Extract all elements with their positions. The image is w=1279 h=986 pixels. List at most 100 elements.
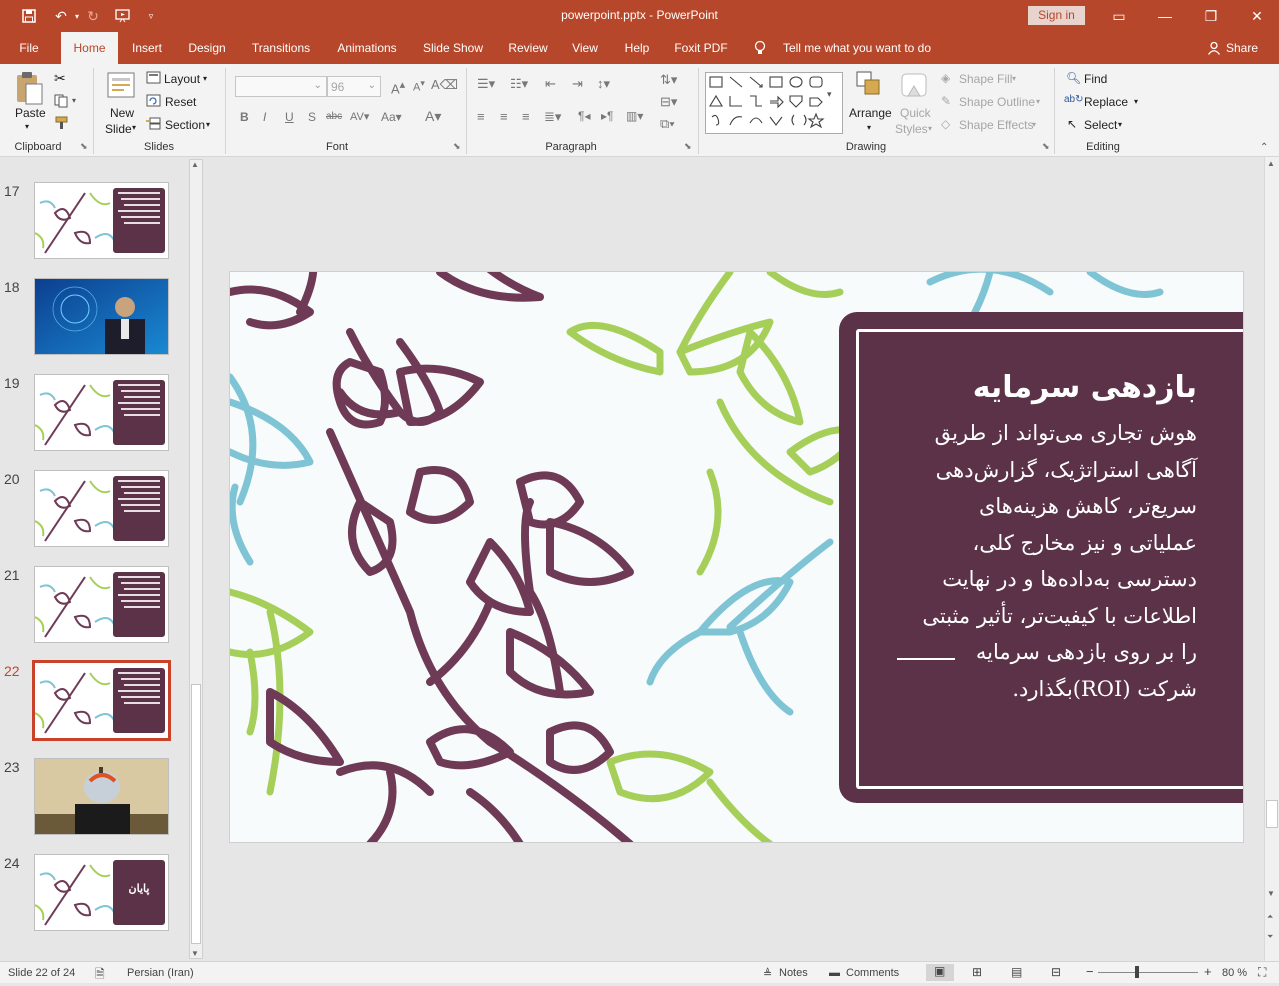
tell-me-search[interactable]: Tell me what you want to do [778,32,936,64]
zoom-level[interactable]: 80 % [1222,967,1247,979]
slide-thumbnail[interactable] [34,566,169,643]
tab-file[interactable]: File [10,32,48,64]
copy-icon[interactable] [54,94,70,111]
cut-icon[interactable]: ✂ [54,70,66,87]
thumbnail-number: 22 [4,663,20,679]
paste-dropdown-icon[interactable]: ▾ [25,122,29,131]
slide-thumbnail[interactable] [34,374,169,451]
replace-button[interactable]: Replace [1084,95,1128,109]
change-case-icon: Aa▾ [381,110,402,124]
section-dropdown-icon[interactable]: ▾ [206,120,210,129]
replace-dropdown-icon[interactable]: ▾ [1134,97,1138,106]
slide-canvas[interactable]: بازدهی سرمایه هوش تجاری می‌تواند از طریق… [229,271,1244,843]
drawing-launcher-icon[interactable]: ⬊ [1042,141,1050,152]
zoom-slider[interactable] [1098,972,1198,973]
strikethrough-icon: abc [326,111,343,122]
tab-help[interactable]: Help [617,32,657,64]
zoom-slider-thumb[interactable] [1135,966,1139,978]
shapes-gallery[interactable] [705,72,843,134]
slide-sorter-icon[interactable]: ⊞ [972,965,982,979]
new-slide-icon[interactable] [106,70,138,105]
new-slide-label[interactable]: New [110,106,134,120]
thumbnail-number: 21 [4,567,20,583]
language-indicator[interactable]: Persian (Iran) [127,967,194,979]
shape-effects-icon: ◇ [941,117,951,131]
slide-thumbnail[interactable] [34,758,169,835]
scroll-down-icon[interactable]: ▼ [1267,889,1275,898]
font-family-combo[interactable]: ⌄ [235,76,327,97]
tab-insert[interactable]: Insert [124,32,170,64]
notes-button[interactable]: Notes [779,967,808,979]
tab-view[interactable]: View [566,32,604,64]
tab-design[interactable]: Design [182,32,232,64]
find-button[interactable]: Find [1084,72,1107,86]
select-button[interactable]: Select [1084,118,1117,132]
new-slide-label-2[interactable]: Slide [105,122,132,136]
tab-animations[interactable]: Animations [329,32,405,64]
increase-indent-icon: ⇥ [572,76,583,91]
copy-dropdown-icon[interactable]: ▾ [72,96,76,105]
paste-button[interactable]: Paste [15,106,46,120]
font-size-combo[interactable]: 96 ⌄ [327,76,381,97]
rtl-icon: ¶◂ [578,109,591,123]
select-dropdown-icon[interactable]: ▾ [1118,120,1122,129]
slide-thumbnail[interactable] [34,470,169,547]
slide-thumbnail[interactable]: پایان [34,854,169,931]
layout-button[interactable]: Layout [164,72,200,86]
reset-button[interactable]: Reset [165,95,196,109]
font-launcher-icon[interactable]: ⬊ [453,141,461,152]
minimize-icon[interactable]: — [1150,4,1180,28]
justify-icon: ≣▾ [544,109,562,124]
slide-show-icon[interactable]: ⊟ [1051,965,1061,979]
format-painter-icon[interactable] [54,116,70,133]
zoom-in-button[interactable]: + [1204,964,1212,979]
thumbnail-scrollbar[interactable]: ▲ ▼ [189,159,203,959]
tab-home[interactable]: Home [61,32,118,65]
arrange-icon[interactable] [855,70,885,103]
zoom-out-button[interactable]: − [1086,964,1094,979]
share-button[interactable]: Share [1224,32,1260,64]
section-button[interactable]: Section [165,118,205,132]
gallery-scroll-icon[interactable]: ▾ [827,89,832,100]
fit-to-window-icon[interactable]: ⛶ [1258,965,1266,980]
font-group-label: Font [325,141,348,153]
new-slide-dropdown-icon[interactable]: ▾ [132,123,136,132]
thumbnail-number: 23 [4,759,20,775]
clipboard-launcher-icon[interactable]: ⬊ [80,141,88,152]
layout-dropdown-icon[interactable]: ▾ [203,74,207,83]
columns-icon: ▥▾ [626,109,644,123]
next-slide-icon[interactable]: ⏷ [1267,932,1273,942]
tab-transitions[interactable]: Transitions [245,32,317,64]
body-line: اطلاعات با کیفیت‌تر، تأثیر مثبتی [922,603,1197,628]
slide-scrollbar[interactable]: ▲ ▼ ⏶ ⏷ [1264,157,1279,961]
slide-scroll-thumb[interactable] [1266,800,1278,828]
slide-thumbnail[interactable] [32,660,171,741]
comments-button[interactable]: Comments [846,967,899,979]
previous-slide-icon[interactable]: ⏶ [1267,912,1273,922]
normal-view-button[interactable]: ▣ [926,964,954,981]
tab-review[interactable]: Review [502,32,554,64]
tab-foxit-pdf[interactable]: Foxit PDF [671,32,731,64]
collapse-ribbon-icon[interactable]: ⌃ [1260,142,1268,153]
thumbnail-scroll-thumb[interactable] [191,684,201,944]
arrange-button[interactable]: Arrange [849,106,892,120]
ribbon-tabs: File Home Insert Design Transitions Anim… [0,32,1279,65]
scroll-up-icon[interactable]: ▲ [1267,159,1275,168]
ribbon-display-options-icon[interactable]: ▭ [1104,4,1134,28]
close-icon[interactable]: ✕ [1242,4,1272,28]
tab-slide-show[interactable]: Slide Show [417,32,489,64]
thumbnail-photo [35,279,168,354]
slide-thumbnail[interactable] [34,182,169,259]
scroll-up-icon[interactable]: ▲ [191,160,199,169]
slide-title[interactable]: بازدهی سرمایه [973,370,1197,405]
slide-body-text[interactable]: هوش تجاری می‌تواند از طریق آگاهی استراتژ… [867,415,1197,707]
reading-view-icon[interactable]: ▤ [1011,965,1022,979]
scroll-down-icon[interactable]: ▼ [191,949,199,958]
restore-icon[interactable]: ❐ [1196,4,1226,28]
paragraph-launcher-icon[interactable]: ⬊ [684,141,692,152]
paste-icon[interactable] [14,70,44,109]
sign-in-button[interactable]: Sign in [1028,6,1085,25]
slide-thumbnail[interactable] [34,278,169,355]
divider [698,68,699,154]
arrange-dropdown-icon[interactable]: ▾ [867,123,871,132]
